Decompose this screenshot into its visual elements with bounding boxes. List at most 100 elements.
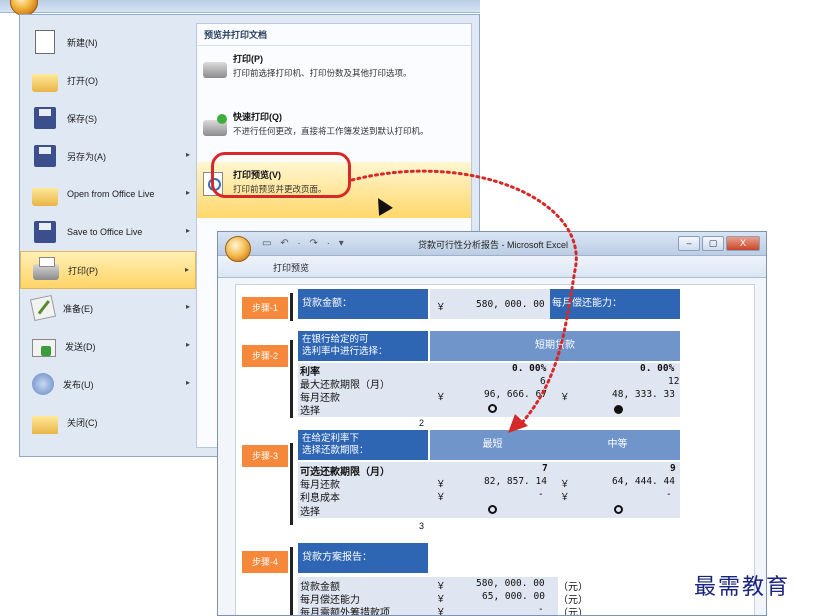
currency-symbol: ￥ xyxy=(436,479,446,490)
menu-item-close[interactable]: 关闭(C) xyxy=(20,403,196,441)
selected-option-icon[interactable] xyxy=(614,405,623,414)
menu-item-label: 打印(P) xyxy=(68,265,98,276)
menu-item-send[interactable]: 发送(D) ▸ xyxy=(20,327,196,365)
submenu-title: 预览并打印文档 xyxy=(197,24,471,46)
menu-item-open[interactable]: 打开(O) xyxy=(20,61,196,99)
step-divider xyxy=(290,443,293,525)
menu-item-label: Open from Office Live xyxy=(67,189,155,199)
currency-symbol: ￥ xyxy=(436,581,446,592)
menu-item-label: 发布(U) xyxy=(63,379,94,390)
menu-item-label: 新建(N) xyxy=(67,37,98,48)
submenu-arrow-icon: ▸ xyxy=(185,340,190,349)
monthly-payment-value-a: 82, 857. 14 xyxy=(484,476,547,487)
menu-item-open-from-office-live[interactable]: Open from Office Live ▸ xyxy=(20,175,196,213)
monthly-payment-value-b: 64, 444. 44 xyxy=(612,476,675,487)
page-number: 2 xyxy=(419,418,425,428)
submenu-arrow-icon: ▸ xyxy=(185,226,190,235)
quick-access-toolbar[interactable]: ▭ ↶ · ↷ · ▾ xyxy=(262,238,347,249)
menu-item-label: 发送(D) xyxy=(65,341,96,352)
submenu-arrow-icon: ▸ xyxy=(185,302,190,311)
menu-item-new[interactable]: 新建(N) xyxy=(20,23,196,61)
window-title: 贷款可行性分析报告 - Microsoft Excel xyxy=(418,240,569,250)
window-controls: – ▢ X xyxy=(678,236,760,251)
unselected-option-icon[interactable] xyxy=(614,505,623,514)
quick-print-icon xyxy=(203,114,227,136)
send-icon xyxy=(32,339,56,357)
menu-item-print[interactable]: 打印(P) ▸ xyxy=(20,251,196,289)
menu-item-label: Save to Office Live xyxy=(67,227,143,237)
submenu-arrow-icon: ▸ xyxy=(185,188,190,197)
report-monthly-capacity-value: 65, 000. 00 xyxy=(482,591,545,602)
interest-cost-value-b: - xyxy=(666,489,672,500)
close-button[interactable]: X xyxy=(726,236,760,251)
step-2-label: 步骤-2 xyxy=(242,345,288,367)
save-as-icon xyxy=(34,145,56,167)
office-menu-commands: 新建(N) 打开(O) 保存(S) 另存为(A) ▸ Open from Off… xyxy=(20,23,196,441)
submenu-arrow-icon: ▸ xyxy=(184,265,189,274)
printer-icon xyxy=(33,257,59,280)
currency-symbol: ￥ xyxy=(560,479,570,490)
printer-icon xyxy=(203,62,227,78)
monthly-payment-value-b: 48, 333. 33 xyxy=(612,389,675,400)
step-3-label: 步骤-3 xyxy=(242,445,288,467)
step-4-title: 贷款方案报告： xyxy=(298,543,428,573)
step-divider xyxy=(290,340,293,418)
currency-symbol: ￥ xyxy=(436,594,446,605)
office-live-save-icon xyxy=(34,221,56,243)
menu-item-prepare[interactable]: 准备(E) ▸ xyxy=(20,289,196,327)
unselected-option-icon[interactable] xyxy=(488,404,497,413)
option-title: 快速打印(Q) xyxy=(233,112,282,122)
minimize-button[interactable]: – xyxy=(678,236,700,251)
menu-item-publish[interactable]: 发布(U) ▸ xyxy=(20,365,196,403)
medium-header: 中等 xyxy=(555,430,680,460)
shortest-header: 最短 xyxy=(430,430,555,460)
menu-item-label: 关闭(C) xyxy=(67,417,98,428)
submenu-option-print[interactable]: 打印(P) 打印前选择打印机、打印份数及其他打印选项。 xyxy=(197,46,471,104)
preview-page: 步骤-1 贷款金额： ￥ 580, 000. 00 每月偿还能力： 步骤-2 在… xyxy=(235,284,755,616)
option-description: 打印前选择打印机、打印份数及其他打印选项。 xyxy=(233,68,412,78)
step-2-title: 在银行给定的可 选利率中进行选择： xyxy=(298,331,428,361)
save-icon xyxy=(34,107,56,129)
maximize-button[interactable]: ▢ xyxy=(702,236,724,251)
monthly-capacity-label: 每月偿还能力： xyxy=(550,289,680,319)
tab-print-preview[interactable]: 打印预览 xyxy=(273,261,309,274)
menu-item-label: 保存(S) xyxy=(67,113,97,124)
rate-value-a: 0. 00% xyxy=(512,363,547,374)
office-button-icon[interactable] xyxy=(225,236,251,262)
highlight-ring xyxy=(211,152,351,198)
max-term-value-a: 6 xyxy=(540,376,546,387)
currency-symbol: ￥ xyxy=(436,302,446,313)
loan-amount-value: 580, 000. 00 xyxy=(476,299,545,310)
open-folder-icon xyxy=(32,74,58,92)
short-term-loan-header: 短期贷款 xyxy=(430,331,680,361)
menu-item-save-to-office-live[interactable]: Save to Office Live ▸ xyxy=(20,213,196,251)
close-folder-icon xyxy=(32,416,58,434)
step-1-label: 步骤-1 xyxy=(242,297,288,319)
interest-cost-label: 利息成本 xyxy=(300,493,340,504)
ribbon: 打印预览 xyxy=(218,256,766,278)
page-number: 3 xyxy=(419,521,425,531)
currency-symbol: ￥ xyxy=(560,392,570,403)
office-title-bar xyxy=(0,0,480,13)
unit-label: （元） xyxy=(558,608,588,616)
menu-item-save-as[interactable]: 另存为(A) ▸ xyxy=(20,137,196,175)
term-value-a: 7 xyxy=(542,463,548,474)
option-title: 打印(P) xyxy=(233,54,263,64)
currency-symbol: ￥ xyxy=(436,492,446,503)
rate-value-b: 0. 00% xyxy=(640,363,675,374)
submenu-arrow-icon: ▸ xyxy=(185,378,190,387)
office-live-folder-icon xyxy=(32,188,58,206)
menu-item-save[interactable]: 保存(S) xyxy=(20,99,196,137)
step-divider xyxy=(290,547,293,615)
monthly-payment-value-a: 96, 666. 67 xyxy=(484,389,547,400)
submenu-arrow-icon: ▸ xyxy=(185,150,190,159)
unselected-option-icon[interactable] xyxy=(488,505,497,514)
step-4-label: 步骤-4 xyxy=(242,551,288,573)
menu-item-label: 准备(E) xyxy=(63,303,93,314)
menu-item-label: 另存为(A) xyxy=(67,151,106,162)
excel-title-bar: ▭ ↶ · ↷ · ▾ 贷款可行性分析报告 - Microsoft Excel … xyxy=(218,232,766,256)
option-description: 不进行任何更改，直接将工作簿发送到默认打印机。 xyxy=(233,126,429,136)
extra-funding-label: 每月需额外筹措款项 xyxy=(300,608,390,616)
currency-symbol: ￥ xyxy=(560,492,570,503)
currency-symbol: ￥ xyxy=(436,607,446,616)
